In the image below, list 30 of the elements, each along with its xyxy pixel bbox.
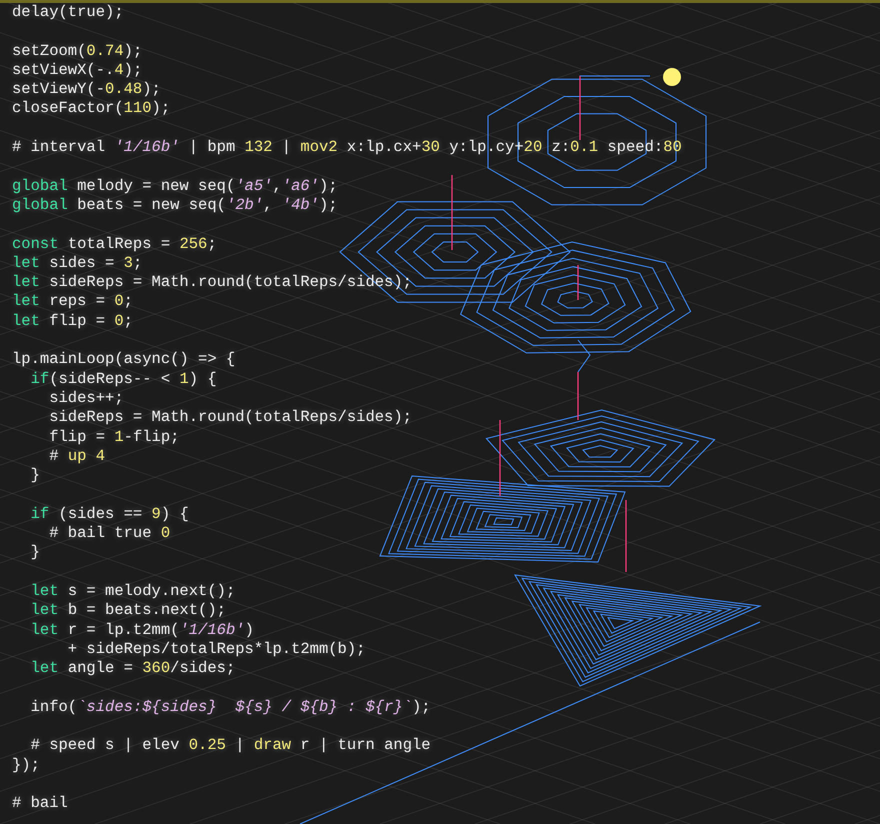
code-line: } xyxy=(30,466,40,486)
code-line: # bail true 0 xyxy=(48,524,170,544)
code-line: if(sideReps-- < 1) { xyxy=(30,370,217,389)
code-line: sides++; xyxy=(48,388,124,408)
code-line: } xyxy=(30,543,40,563)
code-line: closeFactor(110); xyxy=(12,99,170,119)
code-line: let s = melody.next(); xyxy=(30,582,236,602)
code-line: setZoom(0.74); xyxy=(12,42,142,61)
code-line: if (sides == 9) { xyxy=(30,504,189,524)
code-line: # speed s | elev 0.25 | draw r | turn angle xyxy=(30,736,431,756)
code-line: let reps = 0; xyxy=(12,292,133,312)
code-line: info(`sides:${sides} ${s} / ${b} : ${r}`); xyxy=(30,698,431,717)
code-line: global beats = new seq('2b', '4b'); xyxy=(12,196,338,216)
code-line: # bail xyxy=(12,794,68,814)
code-line: let b = beats.next(); xyxy=(30,601,226,620)
code-line: let flip = 0; xyxy=(12,312,133,332)
code-line: setViewX(-.4); xyxy=(12,60,142,80)
code-line: let angle = 360/sides; xyxy=(30,659,236,678)
code-line: sideReps = Math.round(totalReps/sides); xyxy=(48,408,412,428)
code-line: const totalReps = 256; xyxy=(12,234,217,254)
code-line: }); xyxy=(12,756,40,775)
code-line: lp.mainLoop(async() => { xyxy=(12,350,236,370)
code-line: let r = lp.t2mm('1/16b') xyxy=(30,620,254,640)
code-line: setViewY(-0.48); xyxy=(12,80,161,100)
code-line: let sides = 3; xyxy=(12,254,142,274)
code-line: global melody = new seq('a5','a6'); xyxy=(12,176,338,196)
code-line: delay(true); xyxy=(12,3,124,22)
code-line: + sideReps/totalReps*lp.t2mm(b); xyxy=(66,640,366,660)
code-line: flip = 1-flip; xyxy=(48,428,180,447)
code-line: # up 4 xyxy=(48,446,106,466)
